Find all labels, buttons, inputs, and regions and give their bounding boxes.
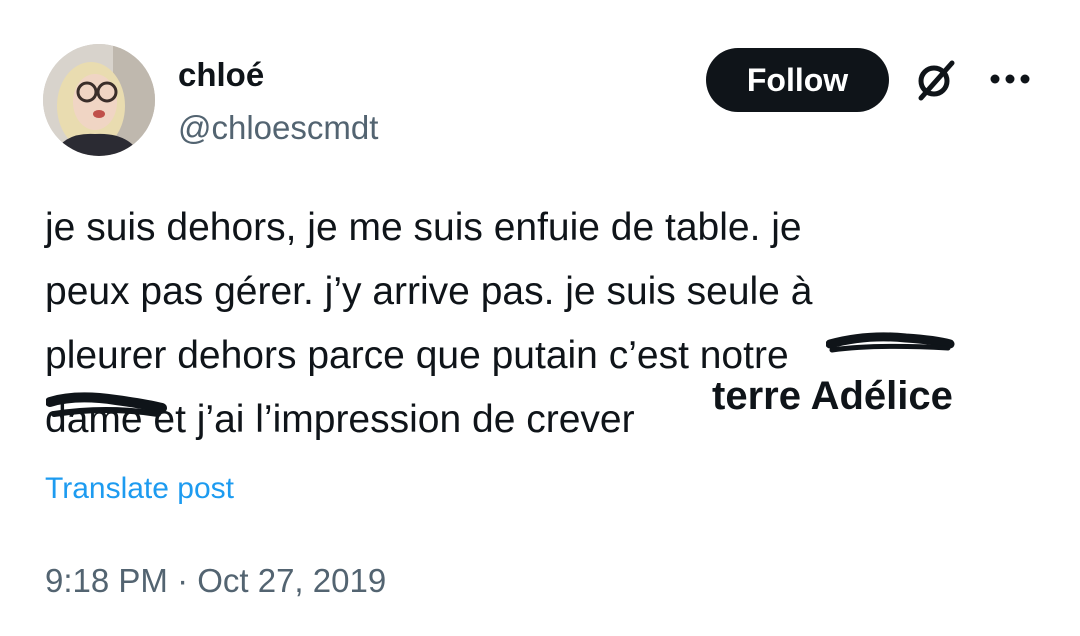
- more-horizontal-icon[interactable]: [987, 64, 1033, 94]
- follow-button[interactable]: Follow: [706, 48, 889, 112]
- overlay-caption: terre Adélice: [712, 374, 953, 418]
- post-card: chloé @chloescmdt Follow je suis dehors,…: [0, 0, 1080, 636]
- post-text-line: je suis dehors, je me suis enfuie de tab…: [45, 206, 802, 249]
- display-name[interactable]: chloé: [178, 55, 264, 95]
- avatar[interactable]: [43, 44, 155, 156]
- user-handle[interactable]: @chloescmdt: [178, 108, 378, 148]
- translate-post-link[interactable]: Translate post: [45, 470, 234, 508]
- grok-slash-icon[interactable]: [912, 56, 960, 104]
- post-timestamp[interactable]: 9:18 PM · Oct 27, 2019: [45, 560, 386, 602]
- post-text-line: peux pas gérer. j’y arrive pas. je suis …: [45, 270, 813, 313]
